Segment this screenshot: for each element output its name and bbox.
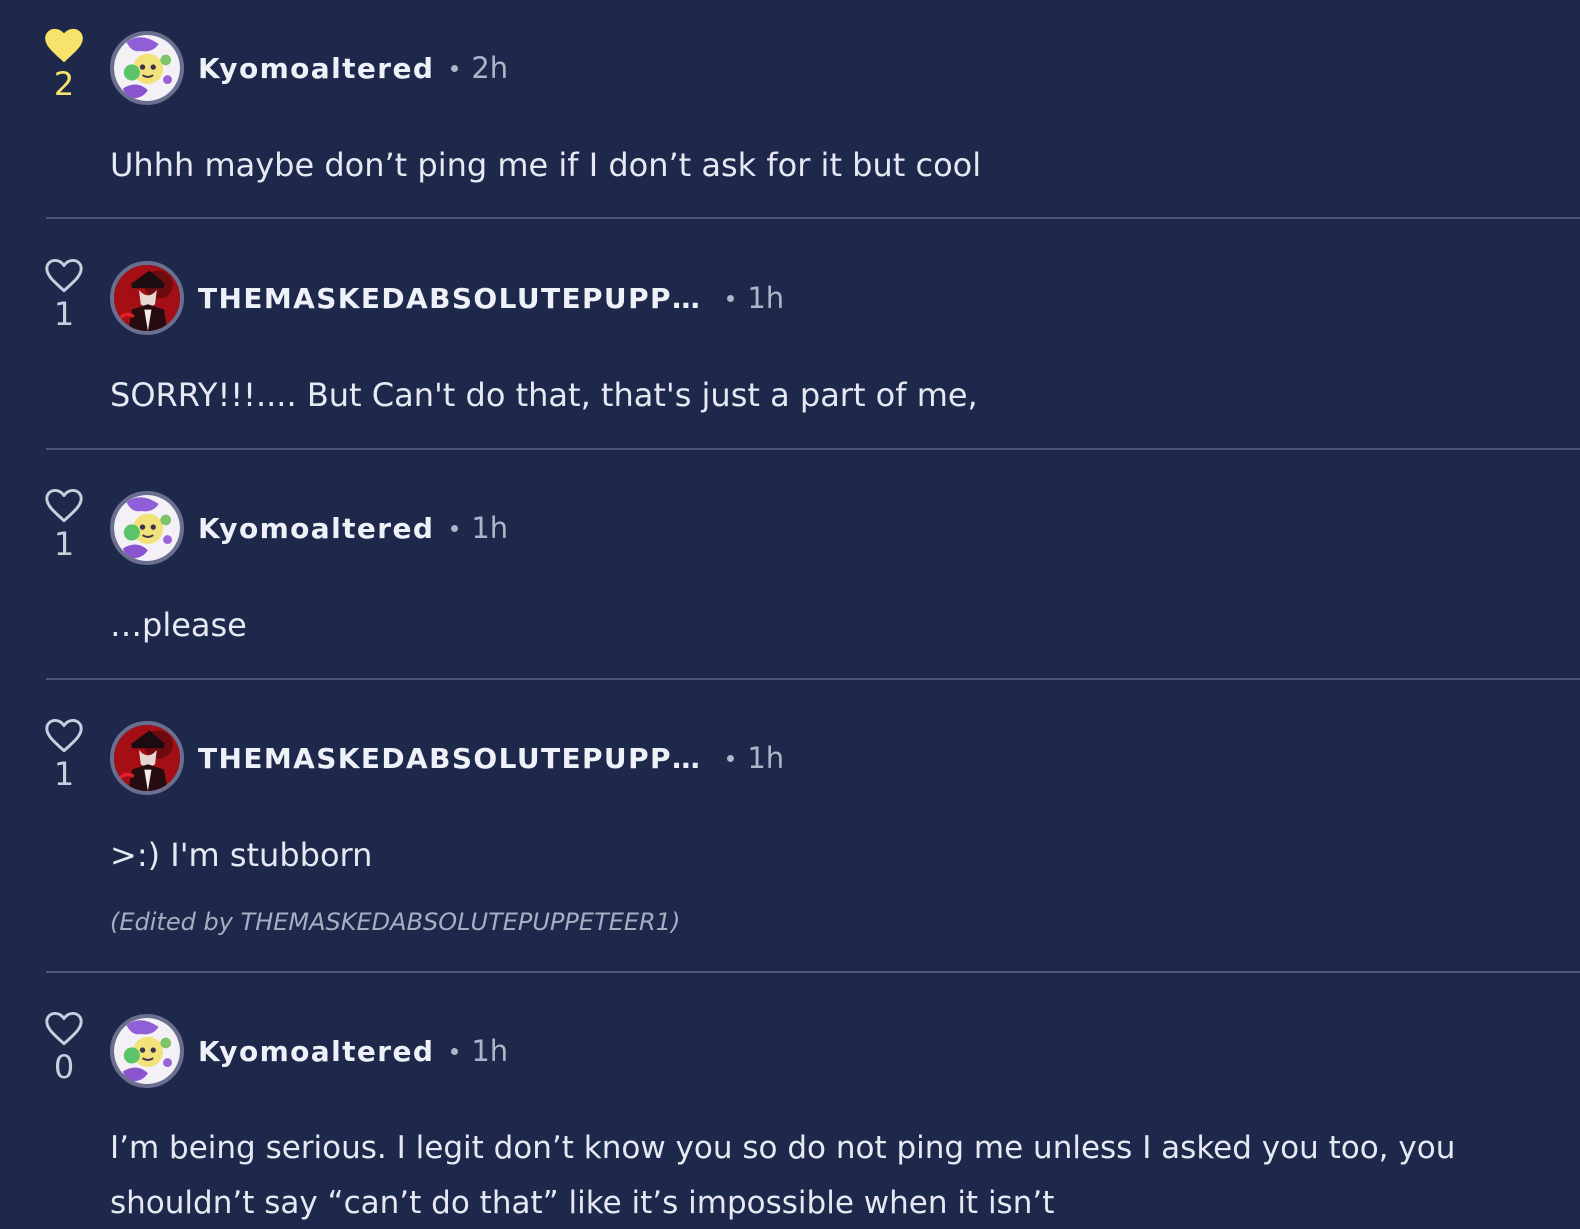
username[interactable]: Kyomoaltered [198,512,434,545]
heart-outline-icon[interactable] [44,488,84,524]
separator-dot [451,524,459,532]
comment-meta: Kyomoaltered 2h [198,46,508,90]
comment-item: 1 THEMASKEDABSOLUTEPUPP… 1h >:) I'm stub… [0,690,1580,972]
comment-text: SORRY!!!.... But Can't do that, that's j… [110,376,978,414]
divider [46,448,1580,450]
like-control: 1 [38,488,90,562]
like-control: 1 [38,718,90,792]
username[interactable]: Kyomoaltered [198,1035,434,1068]
separator-dot [727,754,735,762]
heart-outline-icon[interactable] [44,718,84,754]
divider [46,217,1580,219]
kyomoaltered-avatar[interactable] [110,1014,184,1088]
comment-item: 1 Kyomoaltered 1h …please [0,460,1580,680]
comment-item: 2 Kyomoaltered 2h Uhhh maybe don’t ping … [0,0,1580,220]
heart-outline-icon[interactable] [44,1011,84,1047]
heart-outline-icon[interactable] [44,258,84,294]
edited-note: (Edited by THEMASKEDABSOLUTEPUPPETEER1) [110,908,681,936]
comment-item: 0 Kyomoaltered 1h I’m being serious. I l… [0,983,1580,1229]
comment-text: Uhhh maybe don’t ping me if I don’t ask … [110,146,982,184]
timestamp: 1h [471,1034,509,1068]
like-count: 1 [53,755,75,793]
username[interactable]: THEMASKEDABSOLUTEPUPP… [198,742,701,775]
divider [46,971,1580,973]
username[interactable]: Kyomoaltered [198,52,434,85]
comment-meta: Kyomoaltered 1h [198,1029,508,1073]
timestamp: 1h [471,511,509,545]
separator-dot [727,294,735,302]
divider [46,678,1580,680]
like-count: 2 [53,65,75,103]
comment-meta: Kyomoaltered 1h [198,506,508,550]
comment-thread: 2 Kyomoaltered 2h Uhhh maybe don’t ping … [0,0,1580,1229]
timestamp: 1h [747,281,785,315]
comment-meta: THEMASKEDABSOLUTEPUPP… 1h [198,736,784,780]
comment-text: >:) I'm stubborn [110,836,373,874]
like-control: 2 [38,28,90,102]
like-control: 1 [38,258,90,332]
comment-text: I’m being serious. I legit don’t know yo… [110,1130,1456,1221]
like-count: 1 [53,525,75,563]
timestamp: 1h [747,741,785,775]
comment-item: 1 THEMASKEDABSOLUTEPUPP… 1h SORRY!!!....… [0,230,1580,450]
kyomoaltered-avatar[interactable] [110,491,184,565]
username[interactable]: THEMASKEDABSOLUTEPUPP… [198,282,701,315]
separator-dot [451,1047,459,1055]
comment-text: …please [110,606,247,644]
like-count: 1 [53,295,75,333]
like-count: 0 [53,1048,75,1086]
comment-meta: THEMASKEDABSOLUTEPUPP… 1h [198,276,784,320]
kyomoaltered-avatar[interactable] [110,31,184,105]
like-control: 0 [38,1011,90,1085]
separator-dot [451,64,459,72]
heart-filled-icon[interactable] [44,28,84,64]
puppeteer-avatar[interactable] [110,721,184,795]
timestamp: 2h [471,51,509,85]
puppeteer-avatar[interactable] [110,261,184,335]
